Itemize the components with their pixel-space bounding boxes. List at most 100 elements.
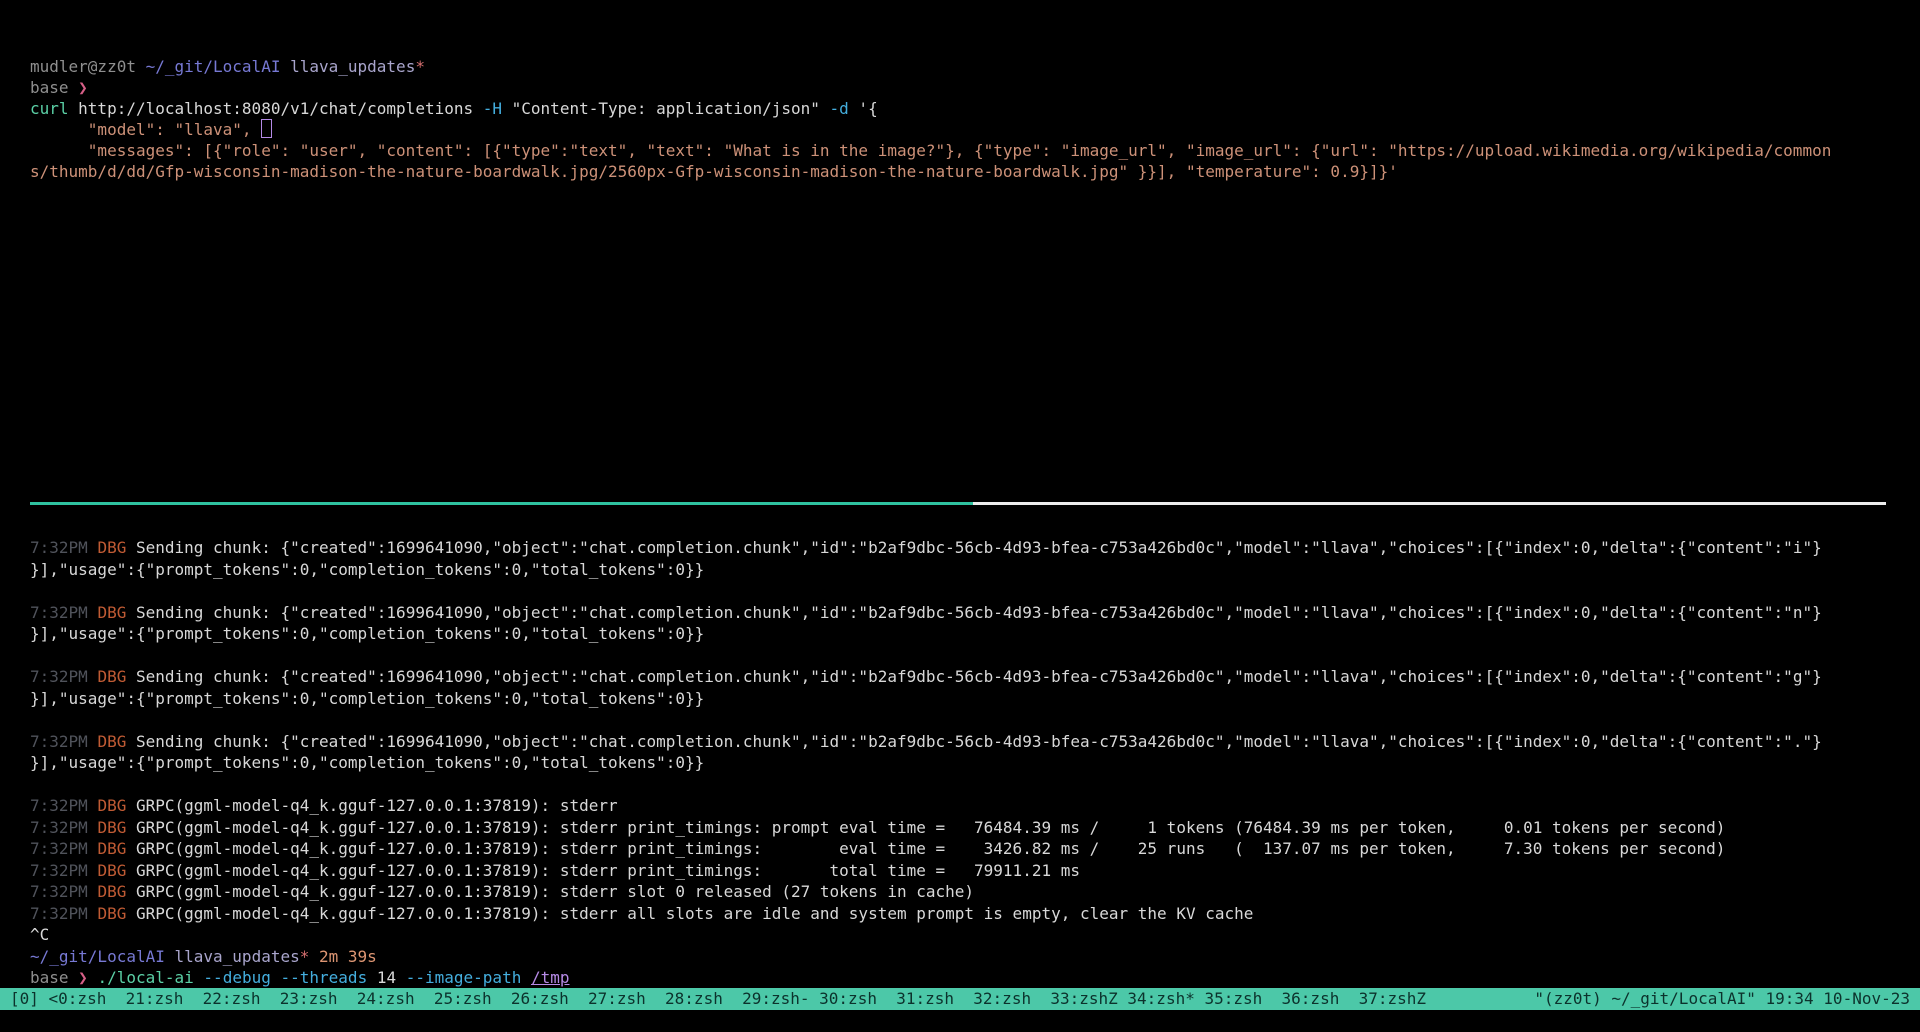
log-message: Sending chunk: {"created":1699641090,"ob… — [136, 603, 1822, 622]
log-message: Sending chunk: {"created":1699641090,"ob… — [136, 667, 1822, 686]
prompt-chevron: ❯ — [78, 78, 88, 97]
pane-divider-inactive-segment — [973, 502, 1886, 505]
pane-divider[interactable] — [30, 502, 1886, 505]
terminal-line: 7:32PM DBG GRPC(ggml-model-q4_k.gguf-127… — [30, 881, 1920, 903]
log-level: DBG — [97, 839, 136, 858]
command-arg-image-path-value: /tmp — [531, 968, 570, 987]
command-duration: 2m 39s — [319, 947, 377, 966]
log-timestamp: 7:32PM — [30, 904, 97, 923]
text-segment — [194, 968, 204, 987]
tmux-status-right: "(zz0t) ~/_git/LocalAI" 19:34 10-Nov-23 — [1534, 988, 1910, 1010]
conda-env: base — [30, 968, 78, 987]
log-timestamp: 7:32PM — [30, 818, 97, 837]
terminal-line: 7:32PM DBG GRPC(ggml-model-q4_k.gguf-127… — [30, 838, 1920, 860]
log-level: DBG — [97, 538, 136, 557]
terminal-line: 7:32PM DBG Sending chunk: {"created":169… — [30, 731, 1920, 753]
terminal-line: mudler@zz0t ~/_git/LocalAI llava_updates… — [30, 56, 1920, 77]
git-branch: llava_updates — [175, 947, 300, 966]
command-flag-data: -d — [830, 99, 849, 118]
json-body-messages: "messages": [{"role": "user", "content":… — [30, 141, 1831, 160]
git-dirty-indicator: * — [300, 947, 310, 966]
log-message: GRPC(ggml-model-q4_k.gguf-127.0.0.1:3781… — [136, 904, 1253, 923]
log-level: DBG — [97, 882, 136, 901]
terminal-line: 7:32PM DBG Sending chunk: {"created":169… — [30, 602, 1920, 624]
log-message: Sending chunk: {"created":1699641090,"ob… — [136, 538, 1822, 557]
command-name: curl — [30, 99, 69, 118]
terminal-line: curl http://localhost:8080/v1/chat/compl… — [30, 98, 1920, 119]
log-timestamp: 7:32PM — [30, 603, 97, 622]
terminal-line: 7:32PM DBG Sending chunk: {"created":169… — [30, 537, 1920, 559]
text-segment — [309, 947, 319, 966]
log-level: DBG — [97, 861, 136, 880]
top-pane[interactable]: mudler@zz0t ~/_git/LocalAI llava_updates… — [30, 56, 1920, 182]
git-branch: llava_updates — [290, 57, 415, 76]
terminal-line: base ❯ — [30, 77, 1920, 98]
log-message: GRPC(ggml-model-q4_k.gguf-127.0.0.1:3781… — [136, 882, 974, 901]
log-timestamp: 7:32PM — [30, 882, 97, 901]
text-segment — [280, 57, 290, 76]
conda-env: base — [30, 78, 78, 97]
terminal-screen: mudler@zz0t ~/_git/LocalAI llava_updates… — [0, 0, 1920, 1032]
json-body-model: "model": "llava", — [30, 120, 261, 139]
log-timestamp: 7:32PM — [30, 538, 97, 557]
prompt-cwd: ~/_git/LocalAI — [30, 947, 165, 966]
log-message-wrap: }],"usage":{"prompt_tokens":0,"completio… — [30, 560, 704, 579]
terminal-line — [30, 709, 1920, 731]
command-arg-content-type: "Content-Type: application/json" — [502, 99, 830, 118]
text-segment — [271, 968, 281, 987]
prompt-cwd: ~/_git/LocalAI — [146, 57, 281, 76]
prompt-chevron: ❯ — [78, 968, 88, 987]
text-segment: '{ — [849, 99, 878, 118]
command-arg-threads-value: 14 — [367, 968, 406, 987]
log-message: Sending chunk: {"created":1699641090,"ob… — [136, 732, 1822, 751]
text-cursor — [261, 119, 272, 138]
terminal-line: }],"usage":{"prompt_tokens":0,"completio… — [30, 623, 1920, 645]
terminal-line: 7:32PM DBG GRPC(ggml-model-q4_k.gguf-127… — [30, 795, 1920, 817]
log-message: GRPC(ggml-model-q4_k.gguf-127.0.0.1:3781… — [136, 861, 1080, 880]
log-level: DBG — [97, 732, 136, 751]
log-level: DBG — [97, 818, 136, 837]
log-level: DBG — [97, 603, 136, 622]
text-segment — [165, 947, 175, 966]
terminal-line: base ❯ ./local-ai --debug --threads 14 -… — [30, 967, 1920, 989]
terminal-line: ~/_git/LocalAI llava_updates* 2m 39s — [30, 946, 1920, 968]
log-timestamp: 7:32PM — [30, 732, 97, 751]
log-message: GRPC(ggml-model-q4_k.gguf-127.0.0.1:3781… — [136, 818, 1725, 837]
command-flag-header: -H — [483, 99, 502, 118]
terminal-line: "messages": [{"role": "user", "content":… — [30, 140, 1920, 161]
terminal-line — [30, 774, 1920, 796]
log-timestamp: 7:32PM — [30, 861, 97, 880]
git-dirty-indicator: * — [415, 57, 425, 76]
command-name: ./local-ai — [97, 968, 193, 987]
log-pane[interactable]: 7:32PM DBG Sending chunk: {"created":169… — [30, 537, 1920, 989]
terminal-line: 7:32PM DBG GRPC(ggml-model-q4_k.gguf-127… — [30, 817, 1920, 839]
terminal-line — [30, 580, 1920, 602]
log-level: DBG — [97, 667, 136, 686]
tmux-window-list[interactable]: [0] <0:zsh 21:zsh 22:zsh 23:zsh 24:zsh 2… — [10, 988, 1426, 1010]
terminal-line: "model": "llava", — [30, 119, 1920, 140]
terminal-line: ^C — [30, 924, 1920, 946]
log-level: DBG — [97, 904, 136, 923]
log-message-wrap: }],"usage":{"prompt_tokens":0,"completio… — [30, 753, 704, 772]
log-message: GRPC(ggml-model-q4_k.gguf-127.0.0.1:3781… — [136, 839, 1725, 858]
log-timestamp: 7:32PM — [30, 839, 97, 858]
prompt-user-host: mudler@zz0t — [30, 57, 146, 76]
terminal-line: }],"usage":{"prompt_tokens":0,"completio… — [30, 688, 1920, 710]
log-message-wrap: }],"usage":{"prompt_tokens":0,"completio… — [30, 624, 704, 643]
terminal-line: 7:32PM DBG GRPC(ggml-model-q4_k.gguf-127… — [30, 903, 1920, 925]
terminal-line — [30, 645, 1920, 667]
log-timestamp: 7:32PM — [30, 796, 97, 815]
text-segment — [88, 968, 98, 987]
command-flag-threads: --threads — [281, 968, 368, 987]
log-level: DBG — [97, 796, 136, 815]
log-message-wrap: }],"usage":{"prompt_tokens":0,"completio… — [30, 689, 704, 708]
command-arg-url: http://localhost:8080/v1/chat/completion… — [69, 99, 483, 118]
terminal-line: 7:32PM DBG Sending chunk: {"created":169… — [30, 666, 1920, 688]
log-timestamp: 7:32PM — [30, 667, 97, 686]
json-body-messages-wrap: s/thumb/d/dd/Gfp-wisconsin-madison-the-n… — [30, 162, 1398, 181]
command-flag-debug: --debug — [203, 968, 270, 987]
sigint-echo: ^C — [30, 925, 49, 944]
text-segment — [521, 968, 531, 987]
pane-divider-active-segment — [30, 502, 973, 505]
terminal-line: }],"usage":{"prompt_tokens":0,"completio… — [30, 559, 1920, 581]
